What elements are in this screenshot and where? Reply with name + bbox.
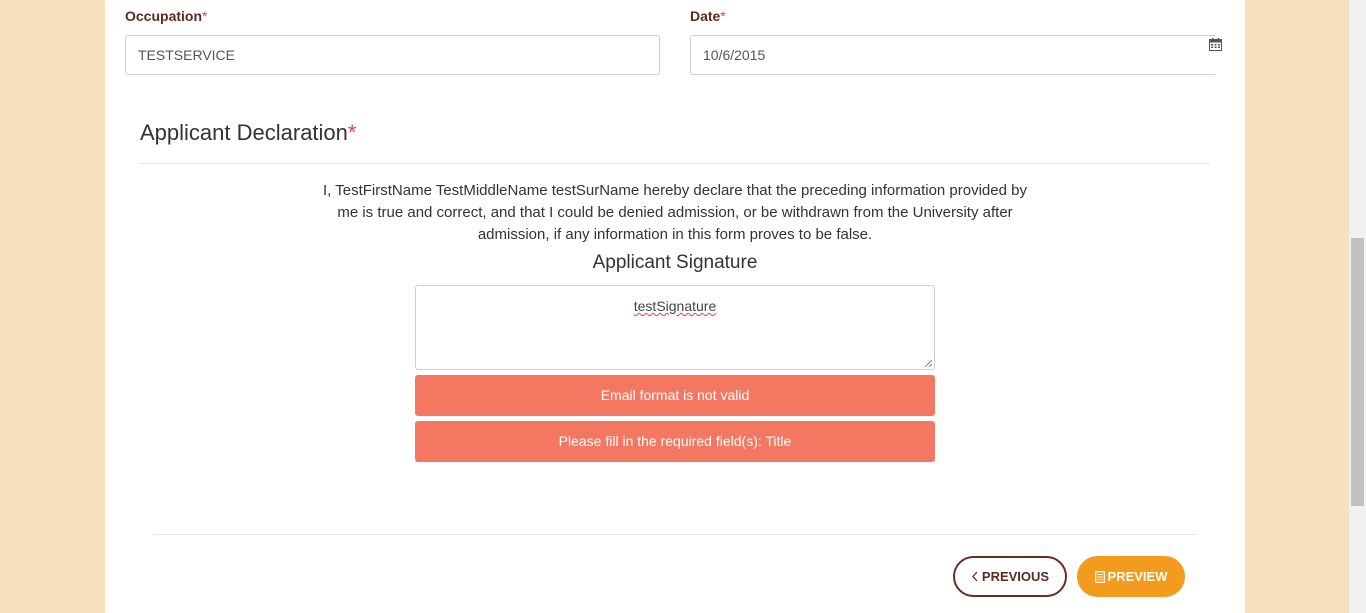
- page: Occupation* TESTSERVICE Date* 10/6/2015 …: [0, 0, 1366, 613]
- required-asterisk: *: [347, 120, 357, 145]
- signature-label: Applicant Signature: [592, 252, 758, 273]
- signature-textarea[interactable]: testSignature: [415, 285, 935, 370]
- preview-button[interactable]: PREVIEW: [1077, 556, 1185, 597]
- signature-value: testSignature: [633, 298, 717, 314]
- alert-email-invalid: Email format is not valid: [415, 375, 935, 416]
- calendar-icon[interactable]: [1209, 38, 1222, 51]
- required-asterisk: *: [202, 8, 208, 24]
- preview-button-label: PREVIEW: [1107, 569, 1168, 584]
- date-value: 10/6/2015: [703, 47, 766, 63]
- alert-required-fields: Please fill in the required field(s): Ti…: [415, 421, 935, 462]
- divider: [140, 163, 1210, 164]
- date-input[interactable]: 10/6/2015: [690, 35, 1215, 75]
- section-title: Applicant Declaration*: [140, 120, 357, 145]
- date-label: Date*: [690, 8, 726, 24]
- previous-button[interactable]: PREVIOUS: [953, 556, 1067, 597]
- required-asterisk: *: [720, 8, 726, 24]
- previous-button-label: PREVIOUS: [981, 569, 1050, 584]
- chevron-left-icon: [972, 571, 978, 582]
- divider: [154, 534, 1195, 535]
- occupation-value: TESTSERVICE: [138, 47, 235, 63]
- occupation-label: Occupation*: [125, 8, 208, 24]
- occupation-input[interactable]: TESTSERVICE: [125, 35, 660, 75]
- document-icon: [1094, 570, 1105, 583]
- scrollbar[interactable]: [1349, 0, 1366, 613]
- scrollbar-thumb[interactable]: [1351, 238, 1364, 506]
- declaration-text: I, TestFirstName TestMiddleName testSurN…: [323, 182, 1027, 243]
- resize-handle-icon[interactable]: [924, 359, 933, 368]
